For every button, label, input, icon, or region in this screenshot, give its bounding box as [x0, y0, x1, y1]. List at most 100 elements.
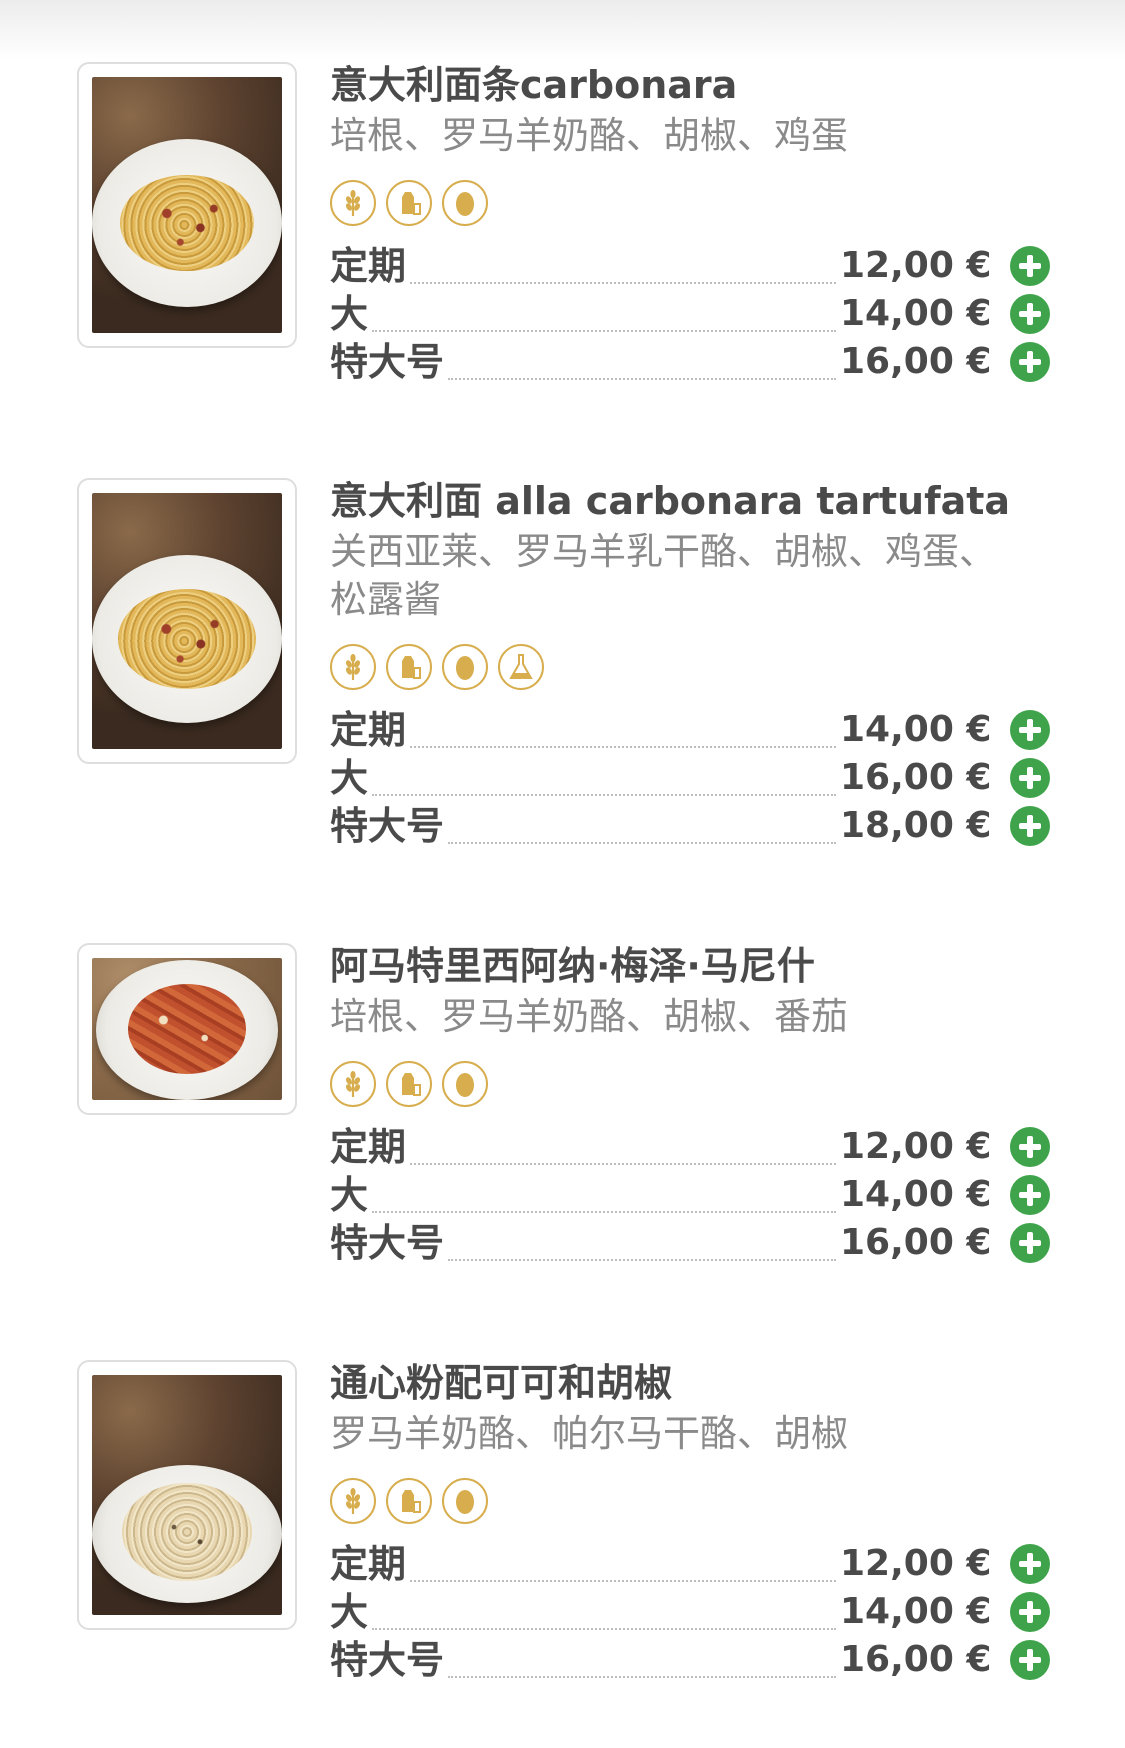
dotted-leader [372, 329, 836, 332]
egg-icon[interactable] [442, 1478, 488, 1524]
dish-description: 关西亚莱、罗马羊乳干酪、胡椒、鸡蛋、松露酱 [330, 530, 996, 621]
dish-thumbnail[interactable] [77, 478, 297, 764]
price-row: 定期 12,00 € [330, 240, 1050, 288]
price-value: 12,00 € [840, 245, 992, 286]
price-value: 16,00 € [840, 341, 992, 382]
size-label: 特大号 [330, 804, 445, 848]
price-value: 12,00 € [840, 1543, 992, 1584]
size-label: 特大号 [330, 1638, 445, 1682]
dish-description: 罗马羊奶酪、帕尔马干酪、胡椒 [330, 1412, 848, 1455]
price-list: 定期 12,00 € 大 14,00 € 特大号 16,00 € [330, 1538, 1050, 1682]
dotted-leader [372, 793, 836, 796]
size-label: 大 [330, 756, 369, 800]
dotted-leader [448, 1675, 836, 1678]
dish-thumbnail[interactable] [77, 943, 297, 1115]
add-to-cart-icon[interactable] [1010, 294, 1050, 334]
dairy-icon[interactable] [386, 644, 432, 690]
price-row: 大 14,00 € [330, 1169, 1050, 1217]
size-label: 大 [330, 1173, 369, 1217]
add-to-cart-icon[interactable] [1010, 710, 1050, 750]
size-label: 定期 [330, 708, 407, 752]
egg-icon[interactable] [442, 644, 488, 690]
add-to-cart-icon[interactable] [1010, 758, 1050, 798]
dish-thumbnail[interactable] [77, 1360, 297, 1630]
price-list: 定期 12,00 € 大 14,00 € 特大号 16,00 € [330, 240, 1050, 384]
size-label: 定期 [330, 244, 407, 288]
size-label: 大 [330, 292, 369, 336]
price-value: 16,00 € [840, 1639, 992, 1680]
sulphites-icon[interactable] [498, 644, 544, 690]
price-list: 定期 12,00 € 大 14,00 € 特大号 16,00 € [330, 1121, 1050, 1265]
price-row: 大 16,00 € [330, 752, 1050, 800]
dish-title: 通心粉配可可和胡椒 [330, 1361, 673, 1405]
add-to-cart-icon[interactable] [1010, 1175, 1050, 1215]
price-row: 定期 14,00 € [330, 704, 1050, 752]
size-label: 特大号 [330, 340, 445, 384]
dairy-icon[interactable] [386, 1061, 432, 1107]
price-value: 16,00 € [840, 757, 992, 798]
price-list: 定期 14,00 € 大 16,00 € 特大号 18,00 € [330, 704, 1050, 848]
dotted-leader [448, 377, 836, 380]
price-value: 14,00 € [840, 709, 992, 750]
dish-info: 意大利面条carbonara 培根、罗马羊奶酪、胡椒、鸡蛋 定期 12,00 € [330, 62, 1050, 384]
price-value: 14,00 € [840, 1591, 992, 1632]
add-to-cart-icon[interactable] [1010, 806, 1050, 846]
price-row: 大 14,00 € [330, 288, 1050, 336]
price-row: 定期 12,00 € [330, 1121, 1050, 1169]
allergen-list [330, 1478, 1050, 1528]
dairy-icon[interactable] [386, 180, 432, 226]
dish-thumbnail[interactable] [77, 62, 297, 348]
dotted-leader [410, 745, 836, 748]
dish-photo [92, 1375, 282, 1615]
price-value: 14,00 € [840, 293, 992, 334]
gluten-icon[interactable] [330, 1478, 376, 1524]
add-to-cart-icon[interactable] [1010, 1592, 1050, 1632]
price-row: 特大号 16,00 € [330, 1634, 1050, 1682]
dish-title: 阿马特里西阿纳·梅泽·马尼什 [330, 944, 815, 988]
size-label: 定期 [330, 1125, 407, 1169]
dish-info: 通心粉配可可和胡椒 罗马羊奶酪、帕尔马干酪、胡椒 定期 12,00 € 大 14… [330, 1360, 1050, 1682]
dish-info: 意大利面 alla carbonara tartufata 关西亚莱、罗马羊乳干… [330, 478, 1050, 848]
allergen-list [330, 644, 1050, 694]
add-to-cart-icon[interactable] [1010, 246, 1050, 286]
gluten-icon[interactable] [330, 644, 376, 690]
add-to-cart-icon[interactable] [1010, 342, 1050, 382]
dairy-icon[interactable] [386, 1478, 432, 1524]
price-row: 特大号 16,00 € [330, 1217, 1050, 1265]
gluten-icon[interactable] [330, 1061, 376, 1107]
add-to-cart-icon[interactable] [1010, 1544, 1050, 1584]
dotted-leader [448, 841, 836, 844]
price-row: 大 14,00 € [330, 1586, 1050, 1634]
dish-photo [92, 493, 282, 749]
price-row: 定期 12,00 € [330, 1538, 1050, 1586]
price-value: 14,00 € [840, 1174, 992, 1215]
dish-title: 意大利面条carbonara [330, 63, 738, 107]
dish-description: 培根、罗马羊奶酪、胡椒、番茄 [330, 995, 848, 1038]
dotted-leader [410, 1162, 836, 1165]
price-value: 18,00 € [840, 805, 992, 846]
dish-photo [92, 958, 282, 1100]
price-row: 特大号 16,00 € [330, 336, 1050, 384]
size-label: 定期 [330, 1542, 407, 1586]
egg-icon[interactable] [442, 1061, 488, 1107]
egg-icon[interactable] [442, 180, 488, 226]
price-value: 12,00 € [840, 1126, 992, 1167]
dotted-leader [448, 1258, 836, 1261]
dish-info: 阿马特里西阿纳·梅泽·马尼什 培根、罗马羊奶酪、胡椒、番茄 定期 12,00 € [330, 943, 1050, 1265]
dotted-leader [372, 1210, 836, 1213]
price-row: 特大号 18,00 € [330, 800, 1050, 848]
dish-title: 意大利面 alla carbonara tartufata [330, 479, 1011, 523]
add-to-cart-icon[interactable] [1010, 1127, 1050, 1167]
dish-photo [92, 77, 282, 333]
dish-description: 培根、罗马羊奶酪、胡椒、鸡蛋 [330, 114, 848, 157]
add-to-cart-icon[interactable] [1010, 1640, 1050, 1680]
allergen-list [330, 180, 1050, 230]
size-label: 大 [330, 1590, 369, 1634]
dotted-leader [410, 281, 836, 284]
dotted-leader [410, 1579, 836, 1582]
gluten-icon[interactable] [330, 180, 376, 226]
size-label: 特大号 [330, 1221, 445, 1265]
add-to-cart-icon[interactable] [1010, 1223, 1050, 1263]
dotted-leader [372, 1627, 836, 1630]
allergen-list [330, 1061, 1050, 1111]
